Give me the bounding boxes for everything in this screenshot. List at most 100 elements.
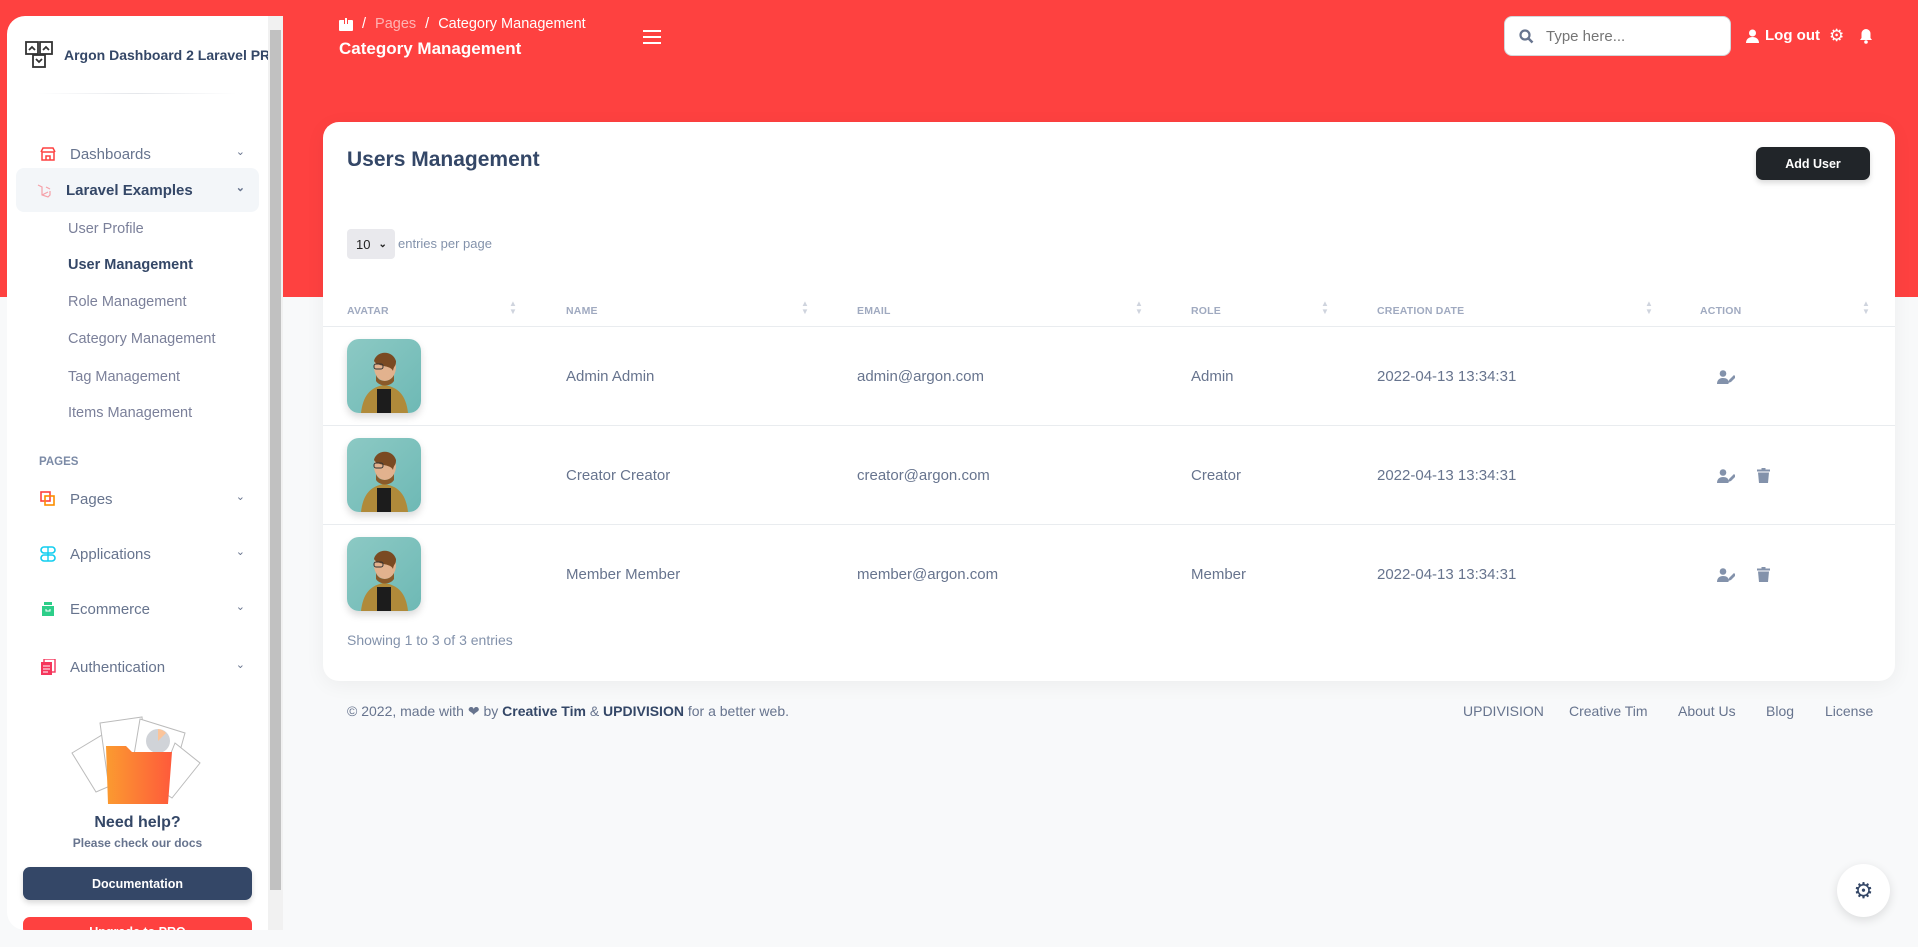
divider	[37, 93, 237, 94]
column-header-email[interactable]: EMAIL	[857, 305, 891, 317]
sort-icon[interactable]: ▲ ▼	[1321, 300, 1329, 316]
user-role: Admin	[1191, 368, 1234, 385]
avatar	[347, 537, 421, 611]
help-title: Need help?	[94, 814, 181, 831]
trash-icon[interactable]	[1757, 468, 1770, 488]
column-header-role[interactable]: ROLE	[1191, 305, 1221, 317]
per-page-label: entries per page	[398, 236, 492, 251]
scrollbar-thumb[interactable]	[270, 30, 281, 890]
add-user-button[interactable]: Add User	[1756, 147, 1870, 180]
sort-icon[interactable]: ▲ ▼	[801, 300, 809, 316]
search-box[interactable]	[1504, 16, 1731, 56]
breadcrumb: / Pages / Category Management	[339, 16, 586, 32]
footer-text: © 2022, made with	[347, 703, 464, 719]
sidebar-item-authentication[interactable]: Authentication ⌄	[16, 645, 259, 689]
footer-text: by	[483, 703, 499, 719]
user-creation-date: 2022-04-13 13:34:31	[1377, 467, 1517, 484]
showing-entries: Showing 1 to 3 of 3 entries	[347, 632, 513, 648]
trash-icon[interactable]	[1757, 567, 1770, 587]
column-header-name[interactable]: NAME	[566, 305, 598, 317]
column-header-creation-date[interactable]: CREATION DATE	[1377, 305, 1464, 317]
per-page-select[interactable]: 10 ⌄	[347, 229, 395, 259]
footer-author-link[interactable]: Creative Tim	[502, 703, 586, 719]
heart-icon: ❤	[467, 703, 480, 719]
gear-icon: ⚙	[1853, 877, 1874, 903]
avatar	[347, 438, 421, 512]
chevron-down-icon: ⌄	[235, 659, 245, 671]
sort-icon[interactable]: ▲ ▼	[509, 300, 517, 316]
upgrade-button[interactable]: Upgrade to PRO	[23, 917, 252, 930]
chevron-down-icon: ⌄	[235, 182, 245, 194]
brand-logo-icon	[25, 41, 53, 68]
sort-icon[interactable]: ▲ ▼	[1645, 300, 1653, 316]
column-header-avatar[interactable]: AVATAR	[347, 305, 389, 317]
sort-icon[interactable]: ▲ ▼	[1862, 300, 1870, 316]
logout-label: Log out	[1765, 27, 1820, 44]
per-page-value: 10	[356, 236, 371, 252]
column-header-action: ACTION	[1700, 305, 1742, 317]
sidebar: Argon Dashboard 2 Laravel PRO Dashboards…	[7, 16, 283, 930]
sidebar-sub-user-profile[interactable]: User Profile	[68, 221, 144, 237]
chevron-down-icon: ⌄	[235, 546, 245, 558]
user-name: Creator Creator	[566, 467, 671, 484]
user-name: Admin Admin	[566, 368, 655, 385]
documentation-button[interactable]: Documentation	[23, 867, 252, 900]
users-management-card: Users Management Add User 10 ⌄ entries p…	[323, 122, 1895, 681]
hamburger-menu-icon[interactable]	[643, 30, 661, 44]
user-email: admin@argon.com	[857, 368, 984, 385]
breadcrumb-separator: /	[362, 16, 367, 32]
user-creation-date: 2022-04-13 13:34:31	[1377, 566, 1517, 583]
footer-link-creative-tim[interactable]: Creative Tim	[1569, 703, 1648, 719]
edit-user-icon[interactable]	[1717, 568, 1736, 587]
sidebar-sub-tag-management[interactable]: Tag Management	[68, 369, 180, 385]
section-label: PAGES	[39, 456, 79, 468]
user-icon	[1746, 29, 1759, 43]
user-role: Creator	[1191, 467, 1242, 484]
footer-link-license[interactable]: License	[1825, 703, 1873, 719]
user-name: Member Member	[566, 566, 681, 583]
sidebar-sub-category-management[interactable]: Category Management	[68, 331, 216, 347]
sidebar-item-label: Pages	[70, 490, 113, 508]
home-icon[interactable]	[339, 17, 353, 31]
search-input[interactable]	[1546, 27, 1716, 45]
footer-link-updivision[interactable]: UPDIVISION	[1463, 703, 1544, 719]
sidebar-item-ecommerce[interactable]: Ecommerce ⌄	[16, 587, 259, 631]
sidebar-sub-role-management[interactable]: Role Management	[68, 294, 187, 310]
brand-name: Argon Dashboard 2 Laravel PRO	[64, 47, 282, 63]
shop-icon	[40, 147, 56, 161]
chevron-down-icon: ⌄	[235, 601, 245, 613]
footer-copyright: © 2022, made with ❤ by Creative Tim & UP…	[347, 703, 789, 720]
sort-icon[interactable]: ▲ ▼	[1135, 300, 1143, 316]
sidebar-item-laravel-examples[interactable]: Laravel Examples ⌄	[16, 168, 259, 212]
configurator-button[interactable]: ⚙	[1837, 864, 1890, 917]
logout-link[interactable]: Log out	[1746, 27, 1820, 44]
sidebar-item-applications[interactable]: Applications ⌄	[16, 532, 259, 576]
user-email: member@argon.com	[857, 566, 999, 583]
divider	[323, 425, 1895, 426]
divider	[323, 524, 1895, 525]
sidebar-item-label: Laravel Examples	[66, 181, 193, 199]
divider	[323, 326, 1895, 327]
settings-gear-icon[interactable]: ⚙	[1829, 26, 1844, 46]
laravel-icon	[37, 184, 51, 198]
sidebar-scrollbar[interactable]	[268, 16, 283, 930]
sidebar-sub-user-management[interactable]: User Management	[68, 257, 193, 273]
chevron-down-icon: ⌄	[235, 491, 245, 503]
sidebar-item-pages[interactable]: Pages ⌄	[16, 477, 259, 521]
brand[interactable]: Argon Dashboard 2 Laravel PRO	[24, 40, 281, 70]
breadcrumb-separator: /	[425, 16, 430, 32]
help-subtitle: Please check our docs	[72, 836, 203, 850]
footer-link-about-us[interactable]: About Us	[1678, 703, 1736, 719]
copy-icon	[41, 659, 56, 675]
card-title: Users Management	[347, 148, 540, 171]
edit-user-icon[interactable]	[1717, 469, 1736, 488]
edit-user-icon[interactable]	[1717, 370, 1736, 389]
chevron-down-icon: ⌄	[378, 238, 387, 250]
bell-icon[interactable]	[1859, 28, 1873, 44]
search-icon	[1519, 28, 1534, 43]
sidebar-sub-items-management[interactable]: Items Management	[68, 405, 192, 421]
breadcrumb-pages[interactable]: Pages	[375, 16, 416, 32]
footer-author-link[interactable]: UPDIVISION	[603, 703, 684, 719]
help-illustration	[71, 716, 201, 804]
footer-link-blog[interactable]: Blog	[1766, 703, 1794, 719]
